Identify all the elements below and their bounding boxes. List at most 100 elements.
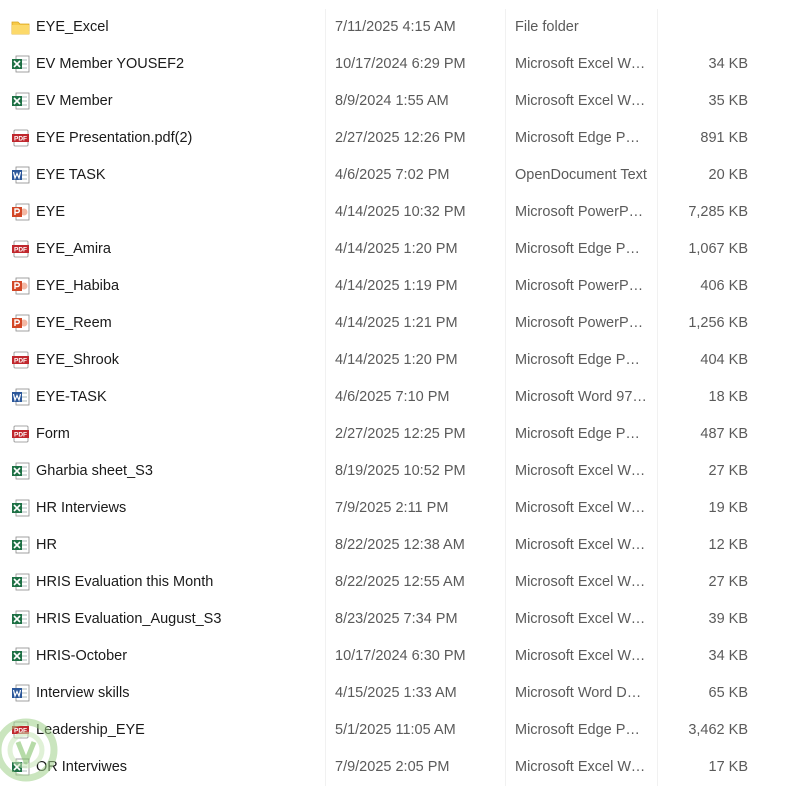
file-name: EYE-TASK [36, 389, 107, 405]
file-row[interactable]: EYE_Reem 4/14/2025 1:21 PM Microsoft Power… [0, 305, 788, 342]
file-size: 65 KB [708, 685, 749, 701]
file-size: 27 KB [708, 574, 749, 590]
file-row[interactable]: HR 8/22/2025 12:38 AM Microsoft Excel Work… [0, 527, 788, 564]
file-date-modified: 4/14/2025 10:32 PM [335, 204, 466, 220]
file-type: Microsoft Excel Worksheet [515, 759, 648, 775]
file-name: Interview skills [36, 685, 130, 701]
file-size: 35 KB [708, 93, 749, 109]
file-date-modified: 8/19/2025 10:52 PM [335, 463, 466, 479]
file-name: OR Interviwes [36, 759, 128, 775]
file-row[interactable]: HRIS-October 10/17/2024 6:30 PM Microsoft … [0, 638, 788, 675]
svg-text:PDF: PDF [14, 247, 27, 254]
column-divider [505, 305, 506, 342]
file-date-modified: 4/14/2025 1:20 PM [335, 241, 458, 257]
file-type: Microsoft Edge PDF Document [515, 352, 648, 368]
column-divider [325, 601, 326, 638]
svg-text:PDF: PDF [14, 136, 27, 143]
file-row[interactable]: EYE-TASK 4/6/2025 7:10 PM Microsoft Word 9… [0, 379, 788, 416]
file-row[interactable]: EV Member YOUSEF2 10/17/2024 6:29 PM Micro… [0, 46, 788, 83]
file-row[interactable]: HRIS Evaluation this Month 8/22/2025 12:5… [0, 564, 788, 601]
column-divider [657, 564, 658, 601]
file-name: EYE_Habiba [36, 278, 120, 294]
column-divider [505, 342, 506, 379]
powerpoint-file-icon [11, 203, 30, 221]
file-size: 3,462 KB [688, 722, 748, 738]
file-date-modified: 4/14/2025 1:20 PM [335, 352, 458, 368]
column-divider [657, 157, 658, 194]
column-divider [325, 83, 326, 120]
file-row[interactable]: OR Interviwes 7/9/2025 2:05 PM Microsoft E… [0, 749, 788, 786]
file-date-modified: 8/23/2025 7:34 PM [335, 611, 458, 627]
file-row[interactable]: HRIS Evaluation_August_S3 8/23/2025 7:34 … [0, 601, 788, 638]
column-divider [505, 157, 506, 194]
excel-file-icon [11, 758, 30, 776]
column-divider [657, 46, 658, 83]
file-date-modified: 7/11/2025 4:15 AM [335, 19, 456, 35]
column-divider [657, 194, 658, 231]
file-row[interactable]: PDF EYE Presentation.pdf(2) 2/27/2025 12:2… [0, 120, 788, 157]
column-divider [505, 416, 506, 453]
file-date-modified: 4/6/2025 7:02 PM [335, 167, 450, 183]
file-row[interactable]: PDF EYE_Amira 4/14/2025 1:20 PM Microsoft E… [0, 231, 788, 268]
column-divider [325, 638, 326, 675]
file-date-modified: 4/14/2025 1:21 PM [335, 315, 458, 331]
column-divider [657, 712, 658, 749]
file-name: EYE_Excel [36, 19, 109, 35]
excel-file-icon [11, 610, 30, 628]
file-row[interactable]: PDF EYE_Shrook 4/14/2025 1:20 PM Microsoft … [0, 342, 788, 379]
file-row[interactable]: Interview skills 4/15/2025 1:33 AM Microso… [0, 675, 788, 712]
file-date-modified: 8/22/2025 12:55 AM [335, 574, 465, 590]
file-row[interactable]: EV Member 8/9/2024 1:55 AM Microsoft Excel… [0, 83, 788, 120]
file-size: 487 KB [700, 426, 748, 442]
column-divider [657, 675, 658, 712]
column-divider [657, 342, 658, 379]
excel-file-icon [11, 573, 30, 591]
file-name: EV Member [36, 93, 113, 109]
file-name: EV Member YOUSEF2 [36, 56, 185, 72]
file-date-modified: 7/9/2025 2:11 PM [335, 500, 449, 516]
column-divider [657, 120, 658, 157]
file-size: 404 KB [700, 352, 748, 368]
file-row[interactable]: EYE 4/14/2025 10:32 PM Microsoft PowerPoin… [0, 194, 788, 231]
file-type: Microsoft Edge PDF Document [515, 241, 648, 257]
file-date-modified: 10/17/2024 6:29 PM [335, 56, 466, 72]
file-type: Microsoft Word 97 - 2003 Document [515, 389, 648, 405]
file-name: EYE_Reem [36, 315, 112, 331]
file-row[interactable]: EYE TASK 4/6/2025 7:02 PM OpenDocument Tex… [0, 157, 788, 194]
file-type: Microsoft Edge PDF Document [515, 426, 648, 442]
svg-text:PDF: PDF [14, 432, 27, 439]
excel-file-icon [11, 647, 30, 665]
powerpoint-file-icon [11, 277, 30, 295]
column-divider [657, 416, 658, 453]
file-name: HRIS Evaluation_August_S3 [36, 611, 222, 627]
file-list: EYE_Excel 7/11/2025 4:15 AM File folder EV … [0, 9, 788, 786]
file-name: HR [36, 537, 57, 553]
folder-icon [11, 18, 30, 36]
column-divider [325, 9, 326, 46]
column-divider [657, 268, 658, 305]
column-divider [325, 342, 326, 379]
file-row[interactable]: PDF Leadership_EYE 5/1/2025 11:05 AM Micros… [0, 712, 788, 749]
file-type: Microsoft Excel Worksheet [515, 574, 648, 590]
column-divider [505, 490, 506, 527]
file-date-modified: 2/27/2025 12:26 PM [335, 130, 466, 146]
file-date-modified: 2/27/2025 12:25 PM [335, 426, 466, 442]
excel-file-icon [11, 536, 30, 554]
file-date-modified: 8/22/2025 12:38 AM [335, 537, 465, 553]
column-divider [505, 231, 506, 268]
file-row[interactable]: EYE_Excel 7/11/2025 4:15 AM File folder [0, 9, 788, 46]
column-divider [505, 9, 506, 46]
file-size: 406 KB [700, 278, 748, 294]
file-row[interactable]: EYE_Habiba 4/14/2025 1:19 PM Microsoft Pow… [0, 268, 788, 305]
file-row[interactable]: PDF Form 2/27/2025 12:25 PM Microsoft Edge … [0, 416, 788, 453]
column-divider [325, 231, 326, 268]
column-divider [325, 194, 326, 231]
file-size: 1,256 KB [688, 315, 748, 331]
column-divider [325, 416, 326, 453]
column-divider [325, 675, 326, 712]
file-row[interactable]: HR Interviews 7/9/2025 2:11 PM Microsoft E… [0, 490, 788, 527]
file-row[interactable]: Gharbia sheet_S3 8/19/2025 10:52 PM Micros… [0, 453, 788, 490]
file-size: 34 KB [708, 56, 749, 72]
file-date-modified: 7/9/2025 2:05 PM [335, 759, 450, 775]
file-date-modified: 4/15/2025 1:33 AM [335, 685, 457, 701]
